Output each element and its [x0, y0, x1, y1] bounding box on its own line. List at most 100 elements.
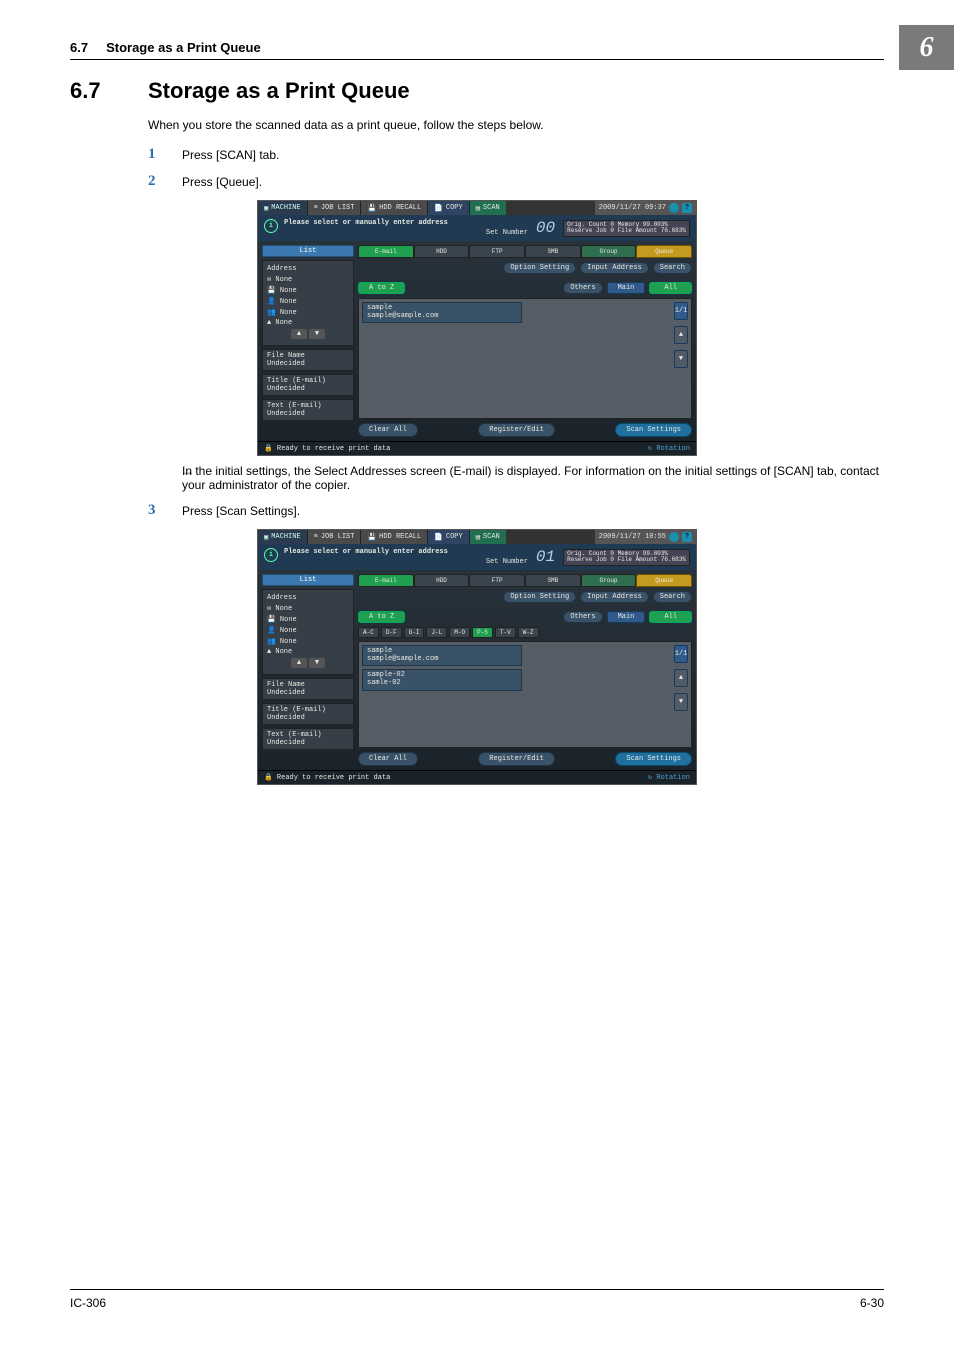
- step-2-text: Press [Queue].: [182, 173, 262, 190]
- info-icon: i: [264, 219, 278, 233]
- chapter-badge: 6: [899, 25, 954, 70]
- alpha-gi[interactable]: G-I: [404, 627, 425, 638]
- prompt-message-2: Please select or manually enter address: [284, 548, 448, 556]
- tab-joblist-2[interactable]: ≡JOB LIST: [307, 530, 361, 544]
- alpha-ac[interactable]: A-C: [358, 627, 379, 638]
- address-none-5: ▲ None: [267, 319, 349, 327]
- list-scroll-up[interactable]: ▲: [674, 326, 688, 344]
- screenshot-scan-settings: ▣MACHINE ≡JOB LIST 💾HDD RECALL 📄COPY ▤SC…: [257, 529, 697, 785]
- info-icon-2: i: [264, 548, 278, 562]
- power-icon[interactable]: [669, 203, 679, 213]
- tab-scan[interactable]: ▤SCAN: [469, 201, 506, 215]
- atoz-button[interactable]: A to Z: [358, 282, 405, 294]
- tab-hdd-recall-2[interactable]: 💾HDD RECALL: [360, 530, 427, 544]
- panel-down-button[interactable]: ▼: [309, 329, 325, 339]
- panel-down-button-2[interactable]: ▼: [309, 658, 325, 668]
- file-name-value: Undecided: [267, 360, 349, 368]
- alpha-jl[interactable]: J-L: [426, 627, 447, 638]
- status-rotation-2: ↻ Rotation: [648, 773, 690, 782]
- input-address-button[interactable]: Input Address: [580, 262, 649, 274]
- tab-joblist[interactable]: ≡JOB LIST: [307, 201, 361, 215]
- status-ready-2: Ready to receive print data: [277, 774, 390, 782]
- all-button[interactable]: All: [649, 282, 692, 294]
- address-none-1: ✉ None: [267, 275, 349, 284]
- title-label: Title (E-mail): [267, 377, 349, 385]
- address-entry-2b[interactable]: sample-02samle-02: [362, 669, 522, 690]
- tab-copy-2[interactable]: 📄COPY: [427, 530, 469, 544]
- tab-copy[interactable]: 📄COPY: [427, 201, 469, 215]
- dest-tab-email[interactable]: E-mail: [358, 245, 414, 258]
- all-button-2[interactable]: All: [649, 611, 692, 623]
- file-name-label: File Name: [267, 352, 349, 360]
- scan-settings-button-2[interactable]: Scan Settings: [615, 752, 692, 766]
- main-button-2[interactable]: Main: [607, 611, 646, 623]
- tab-hdd-recall[interactable]: 💾HDD RECALL: [360, 201, 427, 215]
- alpha-mo[interactable]: M-O: [449, 627, 470, 638]
- register-edit-button-2[interactable]: Register/Edit: [478, 752, 555, 766]
- alpha-ps[interactable]: P-S: [472, 627, 493, 638]
- alpha-df[interactable]: D-F: [381, 627, 402, 638]
- footer-right: 6-30: [860, 1296, 884, 1310]
- dest-tab-queue-2[interactable]: Queue: [636, 574, 692, 587]
- dest-tab-ftp[interactable]: FTP: [469, 245, 525, 258]
- status-ready: Ready to receive print data: [277, 445, 390, 453]
- step-2-number: 2: [148, 173, 182, 190]
- dest-tab-group[interactable]: Group: [581, 245, 637, 258]
- dest-tab-group-2[interactable]: Group: [581, 574, 637, 587]
- set-number-label: Set Number: [486, 229, 528, 237]
- dest-tab-smb-2[interactable]: SMB: [525, 574, 581, 587]
- list-scroll-down[interactable]: ▼: [674, 350, 688, 368]
- list-scroll-down-2[interactable]: ▼: [674, 693, 688, 711]
- footer-left: IC-306: [70, 1296, 106, 1310]
- dest-tab-hdd[interactable]: HDD: [414, 245, 470, 258]
- panel-up-button[interactable]: ▲: [291, 329, 307, 339]
- others-button[interactable]: Others: [563, 282, 602, 294]
- alpha-wz[interactable]: W-Z: [518, 627, 539, 638]
- prompt-message: Please select or manually enter address: [284, 219, 448, 227]
- panel-up-button-2[interactable]: ▲: [291, 658, 307, 668]
- text-label: Text (E-mail): [267, 402, 349, 410]
- list-button[interactable]: List: [262, 245, 354, 257]
- note-arrow-icon: →: [148, 464, 182, 492]
- clear-all-button-2[interactable]: Clear All: [358, 752, 418, 766]
- dest-tab-ftp-2[interactable]: FTP: [469, 574, 525, 587]
- address-entry-1[interactable]: sample sample@sample.com: [362, 302, 522, 323]
- step-3-number: 3: [148, 502, 182, 519]
- section-number: 6.7: [70, 78, 148, 104]
- alpha-tv[interactable]: T-V: [495, 627, 516, 638]
- others-button-2[interactable]: Others: [563, 611, 602, 623]
- title-value: Undecided: [267, 385, 349, 393]
- tab-scan-2[interactable]: ▤SCAN: [469, 530, 506, 544]
- address-entry-1b[interactable]: samplesample@sample.com: [362, 645, 522, 666]
- scan-settings-button[interactable]: Scan Settings: [615, 423, 692, 437]
- atoz-button-2[interactable]: A to Z: [358, 611, 405, 623]
- status-rotation: ↻ Rotation: [648, 444, 690, 453]
- clear-all-button[interactable]: Clear All: [358, 423, 418, 437]
- dest-tab-hdd-2[interactable]: HDD: [414, 574, 470, 587]
- register-edit-button[interactable]: Register/Edit: [478, 423, 555, 437]
- dest-tab-queue[interactable]: Queue: [636, 245, 692, 258]
- option-setting-button[interactable]: Option Setting: [503, 262, 576, 274]
- input-address-button-2[interactable]: Input Address: [580, 591, 649, 603]
- help-icon[interactable]: ?: [682, 203, 692, 213]
- search-button[interactable]: Search: [653, 262, 692, 274]
- search-button-2[interactable]: Search: [653, 591, 692, 603]
- main-button[interactable]: Main: [607, 282, 646, 294]
- screenshot-queue: ▣MACHINE ≡JOB LIST 💾HDD RECALL 📄COPY ▤SC…: [257, 200, 697, 456]
- list-counter: 1/1: [674, 302, 688, 320]
- option-setting-button-2[interactable]: Option Setting: [503, 591, 576, 603]
- help-icon-2[interactable]: ?: [682, 532, 692, 542]
- address-none-4: 👥 None: [267, 308, 349, 317]
- list-button-2[interactable]: List: [262, 574, 354, 586]
- address-label: Address: [267, 265, 349, 273]
- tab-machine[interactable]: ▣MACHINE: [258, 201, 307, 215]
- dest-tab-smb[interactable]: SMB: [525, 245, 581, 258]
- set-number-value: 00: [536, 219, 555, 237]
- note-text: In the initial settings, the Select Addr…: [182, 464, 884, 492]
- list-scroll-up-2[interactable]: ▲: [674, 669, 688, 687]
- tab-machine-2[interactable]: ▣MACHINE: [258, 530, 307, 544]
- power-icon-2[interactable]: [669, 532, 679, 542]
- dest-tab-email-2[interactable]: E-mail: [358, 574, 414, 587]
- set-number-value-2: 01: [536, 548, 555, 566]
- step-1-text: Press [SCAN] tab.: [182, 146, 279, 163]
